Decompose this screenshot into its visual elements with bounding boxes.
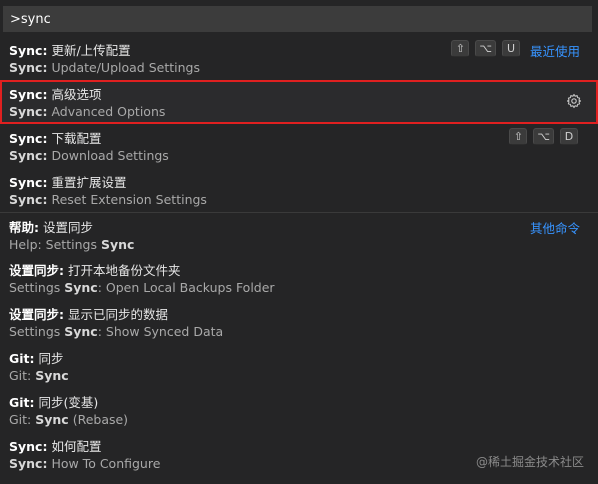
command-title-rest: 高级选项	[47, 87, 102, 102]
command-subtitle-match: Sync	[64, 324, 98, 339]
command-title: Sync: 如何配置	[9, 436, 101, 455]
command-title-rest: 打开本地备份文件夹	[64, 263, 181, 278]
command-title-prefix: Sync:	[9, 87, 48, 102]
command-item-sync-update-upload[interactable]: Sync: 更新/上传配置 Sync: Update/Upload Settin…	[0, 36, 598, 80]
command-subtitle: Settings Sync: Open Local Backups Folder	[9, 280, 275, 295]
command-subtitle-rest: How To Configure	[47, 456, 161, 471]
command-title-prefix: Sync:	[9, 43, 48, 58]
command-subtitle-pre: Help: Settings	[9, 237, 101, 252]
command-title-prefix: Sync:	[9, 131, 48, 146]
command-subtitle-match: Sync	[35, 412, 69, 427]
command-subtitle-pre: Settings	[9, 324, 65, 339]
command-subtitle-rest: Reset Extension Settings	[47, 192, 207, 207]
keybinding: ⇧ ⌥ U	[451, 40, 520, 57]
command-subtitle-prefix: Sync:	[9, 60, 48, 75]
command-subtitle-prefix: Sync:	[9, 148, 48, 163]
command-title-rest: 同步(变基)	[34, 395, 99, 410]
command-item-help-settings-sync[interactable]: 帮助: 设置同步 Help: Settings Sync 其他命令	[0, 212, 598, 256]
command-title: 帮助: 设置同步	[9, 217, 93, 236]
command-title: Sync: 高级选项	[9, 84, 101, 103]
command-search-input[interactable]	[4, 7, 591, 31]
command-list: Sync: 更新/上传配置 Sync: Update/Upload Settin…	[0, 36, 598, 476]
command-item-git-sync[interactable]: Git: 同步 Git: Sync	[0, 344, 598, 388]
command-item-sync-download[interactable]: Sync: 下载配置 Sync: Download Settings ⇧ ⌥ D	[0, 124, 598, 168]
command-title: Sync: 重置扩展设置	[9, 172, 126, 191]
command-subtitle-post: (Rebase)	[68, 412, 129, 427]
command-item-sync-reset[interactable]: Sync: 重置扩展设置 Sync: Reset Extension Setti…	[0, 168, 598, 212]
command-subtitle-pre: Git:	[9, 412, 36, 427]
key-shift: ⇧	[451, 40, 470, 57]
command-subtitle-rest: Download Settings	[47, 148, 169, 163]
command-subtitle: Sync: Update/Upload Settings	[9, 60, 200, 75]
command-subtitle-rest: Advanced Options	[47, 104, 166, 119]
group-label-recently-used: 最近使用	[529, 44, 580, 59]
command-subtitle: Sync: Download Settings	[9, 148, 169, 163]
group-label-other-commands: 其他命令	[529, 221, 580, 236]
command-title: Sync: 更新/上传配置	[9, 40, 131, 59]
command-title: 设置同步: 打开本地备份文件夹	[9, 260, 180, 279]
command-title-rest: 如何配置	[47, 439, 102, 454]
command-palette: Sync: 更新/上传配置 Sync: Update/Upload Settin…	[0, 0, 598, 484]
command-title-prefix: 设置同步:	[9, 263, 64, 278]
command-subtitle-prefix: Sync:	[9, 456, 48, 471]
command-subtitle: Sync: Reset Extension Settings	[9, 192, 207, 207]
command-title: Git: 同步	[9, 348, 64, 367]
command-subtitle-pre: Git:	[9, 368, 36, 383]
command-title-prefix: Git:	[9, 395, 35, 410]
command-title-prefix: Sync:	[9, 439, 48, 454]
command-item-open-local-backups[interactable]: 设置同步: 打开本地备份文件夹 Settings Sync: Open Loca…	[0, 256, 598, 300]
command-title-rest: 显示已同步的数据	[64, 307, 168, 322]
command-title-rest: 更新/上传配置	[47, 43, 131, 58]
command-subtitle-match: Sync	[64, 280, 98, 295]
key-u: U	[502, 40, 520, 57]
command-title-rest: 设置同步	[39, 220, 93, 235]
command-title-prefix: 帮助:	[9, 220, 39, 235]
command-subtitle: Sync: Advanced Options	[9, 104, 165, 119]
gear-icon[interactable]	[566, 93, 582, 109]
command-item-git-sync-rebase[interactable]: Git: 同步(变基) Git: Sync (Rebase)	[0, 388, 598, 432]
command-subtitle-rest: Update/Upload Settings	[47, 60, 200, 75]
command-subtitle-prefix: Sync:	[9, 192, 48, 207]
key-option: ⌥	[475, 40, 496, 57]
command-title: Sync: 下载配置	[9, 128, 101, 147]
keybinding: ⇧ ⌥ D	[509, 128, 578, 145]
command-title-prefix: Sync:	[9, 175, 48, 190]
command-title: Git: 同步(变基)	[9, 392, 98, 411]
command-subtitle-match: Sync	[100, 237, 135, 252]
command-title-rest: 同步	[34, 351, 64, 366]
command-subtitle-prefix: Sync:	[9, 104, 48, 119]
command-subtitle: Git: Sync	[9, 368, 69, 383]
command-subtitle: Git: Sync (Rebase)	[9, 412, 128, 427]
command-subtitle-pre: Settings	[9, 280, 65, 295]
command-title-rest: 下载配置	[47, 131, 102, 146]
key-d: D	[560, 128, 578, 145]
command-subtitle: Sync: How To Configure	[9, 456, 160, 471]
watermark: @稀土掘金技术社区	[475, 455, 584, 469]
command-palette-input-wrap	[3, 6, 592, 32]
command-title-rest: 重置扩展设置	[47, 175, 127, 190]
command-subtitle: Help: Settings Sync	[9, 237, 134, 252]
key-option: ⌥	[533, 128, 554, 145]
command-subtitle-post: : Show Synced Data	[97, 324, 224, 339]
command-item-sync-advanced-options[interactable]: Sync: 高级选项 Sync: Advanced Options	[0, 80, 598, 124]
command-title: 设置同步: 显示已同步的数据	[9, 304, 168, 323]
command-subtitle-match: Sync	[35, 368, 69, 383]
command-subtitle: Settings Sync: Show Synced Data	[9, 324, 223, 339]
key-shift: ⇧	[509, 128, 528, 145]
command-title-prefix: Git:	[9, 351, 35, 366]
command-title-prefix: 设置同步:	[9, 307, 64, 322]
command-item-show-synced-data[interactable]: 设置同步: 显示已同步的数据 Settings Sync: Show Synce…	[0, 300, 598, 344]
command-subtitle-post: : Open Local Backups Folder	[97, 280, 275, 295]
